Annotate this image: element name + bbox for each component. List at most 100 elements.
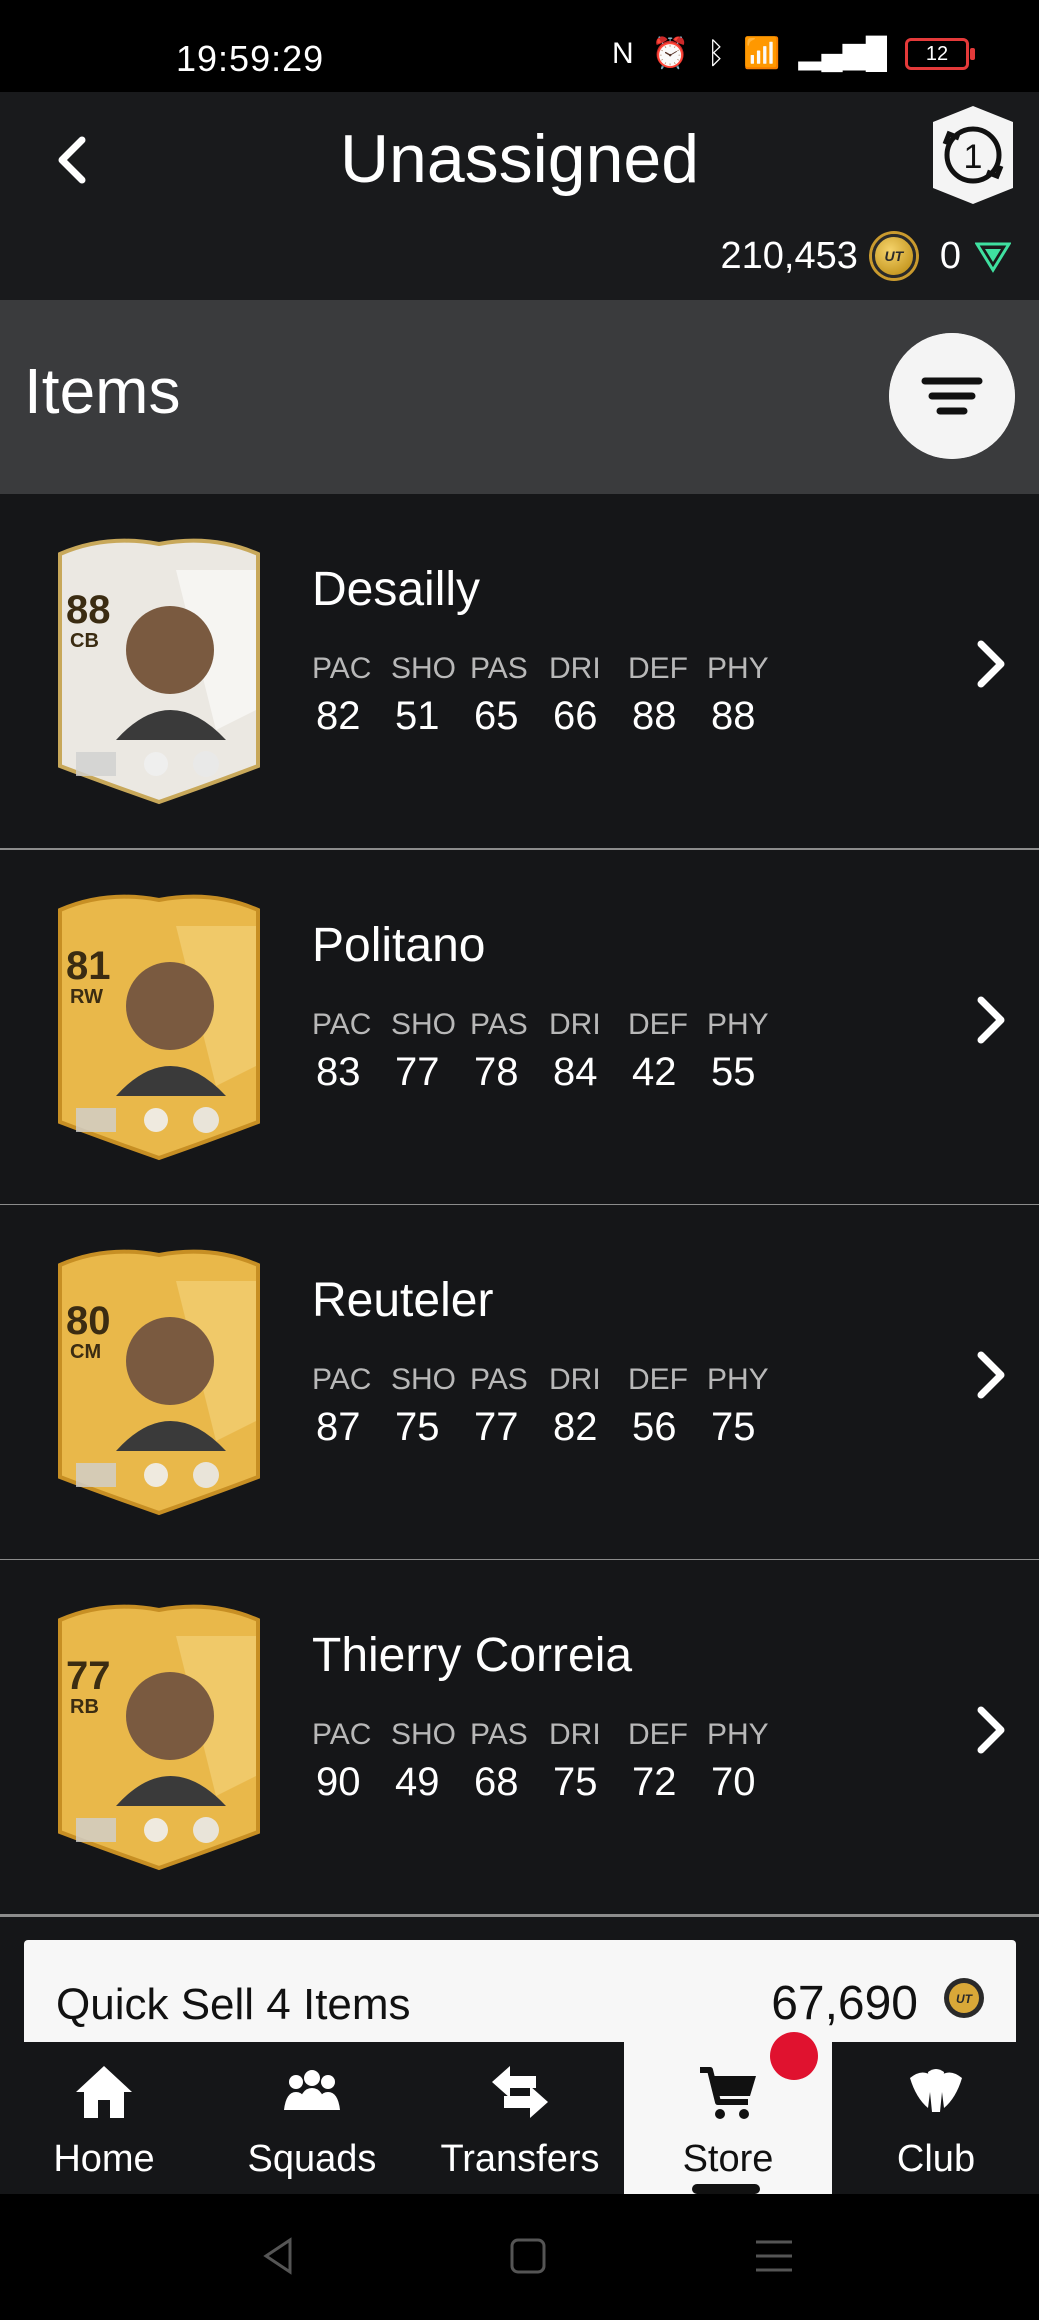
svg-text:1: 1 <box>964 138 983 176</box>
stat-label: DRI <box>549 652 601 685</box>
items-section-header: Items <box>0 300 1039 497</box>
items-title: Items <box>24 355 181 427</box>
stat-label: SHO <box>391 652 457 685</box>
stat-dri: DRI 75 <box>549 1718 628 1805</box>
card-position: CB <box>70 630 99 652</box>
stat-pas: PAS 65 <box>470 652 549 739</box>
card-position: CM <box>70 1341 102 1363</box>
stat-label: PAC <box>312 1718 372 1751</box>
stat-sho: SHO 49 <box>391 1718 470 1805</box>
player-card[interactable]: 88 CB <box>46 530 272 812</box>
stat-label: SHO <box>391 1718 457 1751</box>
player-name: Politano <box>312 919 486 972</box>
chevron-right-icon[interactable] <box>971 1345 1011 1405</box>
transfers-icon <box>492 2066 548 2118</box>
active-tab-indicator <box>692 2184 760 2194</box>
stat-phy: PHY 70 <box>707 1718 786 1805</box>
tab-club[interactable]: Club <box>832 2042 1039 2194</box>
stat-dri: DRI 84 <box>549 1008 628 1095</box>
system-nav-bar <box>0 2194 1039 2320</box>
stat-sho: SHO 75 <box>391 1363 470 1450</box>
player-card-art <box>58 894 260 1161</box>
tab-label: Store <box>682 2138 774 2180</box>
stat-label: PHY <box>707 1718 769 1751</box>
stat-pac: PAC 90 <box>312 1718 391 1805</box>
stat-label: SHO <box>391 1363 457 1396</box>
player-stats: PAC 90 SHO 49 PAS 68 DRI 75 DEF 72 PHY 7… <box>312 1718 786 1805</box>
card-position: RB <box>70 1696 99 1718</box>
stat-label: PAS <box>470 1363 528 1396</box>
player-row[interactable]: 77 RB Thierry Correia PAC 90 SHO 49 PAS <box>0 1560 1039 1917</box>
battery-icon: 12 <box>905 37 975 70</box>
nav-recents-icon[interactable] <box>752 2234 796 2278</box>
coin-icon: UT <box>944 1978 984 2018</box>
player-row[interactable]: 88 CB Desailly PAC 82 SHO 51 PAS 65 DRI … <box>0 494 1039 851</box>
stat-value: 75 <box>711 1405 756 1449</box>
stat-value: 82 <box>316 694 361 738</box>
stat-pas: PAS 77 <box>470 1363 549 1450</box>
tab-home[interactable]: Home <box>0 2042 208 2194</box>
fc-points-icon <box>975 242 1011 273</box>
stat-value: 55 <box>711 1050 756 1094</box>
stat-value: 75 <box>553 1760 598 1804</box>
player-row[interactable]: 81 RW Politano PAC 83 SHO 77 PAS 78 DRI … <box>0 850 1039 1207</box>
player-card[interactable]: 80 CM <box>46 1241 272 1523</box>
stat-value: 77 <box>474 1405 519 1449</box>
card-position: RW <box>70 986 103 1008</box>
stat-value: 56 <box>632 1405 677 1449</box>
chevron-right-icon[interactable] <box>971 1700 1011 1760</box>
card-rating: 77 <box>66 1654 111 1698</box>
stat-value: 87 <box>316 1405 361 1449</box>
stat-label: PAS <box>470 1008 528 1041</box>
chevron-right-icon[interactable] <box>971 990 1011 1050</box>
tab-label: Transfers <box>440 2138 600 2180</box>
stat-label: PHY <box>707 652 769 685</box>
quick-sell-label: Quick Sell 4 Items <box>56 1980 411 2029</box>
status-time: 19:59:29 <box>176 38 325 79</box>
home-icon <box>76 2066 132 2118</box>
player-card-art <box>58 1249 260 1516</box>
card-rating: 80 <box>66 1299 111 1343</box>
stat-value: 90 <box>316 1760 361 1804</box>
stat-dri: DRI 66 <box>549 652 628 739</box>
quick-sell-value: 67,690 <box>771 1977 918 2030</box>
player-row[interactable]: 80 CM Reuteler PAC 87 SHO 75 PAS 77 DRI … <box>0 1205 1039 1562</box>
stat-label: PHY <box>707 1363 769 1396</box>
objectives-button[interactable]: 1 <box>929 104 1017 206</box>
page-title: Unassigned <box>339 121 700 197</box>
squads-icon <box>284 2070 340 2110</box>
header: Unassigned 1 210,453 UT 0 <box>0 92 1039 300</box>
tab-squads[interactable]: Squads <box>208 2042 416 2194</box>
nav-home-icon[interactable] <box>506 2234 550 2278</box>
chevron-right-icon[interactable] <box>971 634 1011 694</box>
player-card[interactable]: 77 RB <box>46 1596 272 1878</box>
status-icons: N ⏰ ᛒ 📶 ▂▄▆█ 12 <box>612 36 975 71</box>
stat-def: DEF 56 <box>628 1363 707 1450</box>
stat-pac: PAC 82 <box>312 652 391 739</box>
player-card-art <box>58 1604 260 1871</box>
stat-label: PAC <box>312 1363 372 1396</box>
player-card[interactable]: 81 RW <box>46 886 272 1168</box>
filter-button[interactable] <box>889 333 1015 459</box>
stat-value: 88 <box>632 694 677 738</box>
quick-sell-button[interactable]: Quick Sell 4 Items 67,690 UT <box>24 1940 1016 2042</box>
player-stats: PAC 87 SHO 75 PAS 77 DRI 82 DEF 56 PHY 7… <box>312 1363 786 1450</box>
svg-text:UT: UT <box>956 1992 974 2006</box>
tab-transfers[interactable]: Transfers <box>416 2042 624 2194</box>
stat-pac: PAC 83 <box>312 1008 391 1095</box>
store-notification-badge <box>770 2032 818 2080</box>
player-stats: PAC 83 SHO 77 PAS 78 DRI 84 DEF 42 PHY 5… <box>312 1008 786 1095</box>
stat-value: 66 <box>553 694 598 738</box>
coins-value: 210,453 <box>720 234 858 277</box>
stat-value: 51 <box>395 694 440 738</box>
nav-back-icon[interactable] <box>256 2234 300 2278</box>
stat-label: DEF <box>628 1008 688 1041</box>
points-value: 0 <box>939 234 961 277</box>
tab-label: Home <box>53 2138 155 2180</box>
bottom-tab-bar: Home Squads Transfers Store Club <box>0 2042 1039 2194</box>
stat-value: 65 <box>474 694 519 738</box>
stat-pac: PAC 87 <box>312 1363 391 1450</box>
player-name: Thierry Correia <box>312 1629 633 1682</box>
stat-label: PAS <box>470 652 528 685</box>
stat-label: DEF <box>628 1718 688 1751</box>
